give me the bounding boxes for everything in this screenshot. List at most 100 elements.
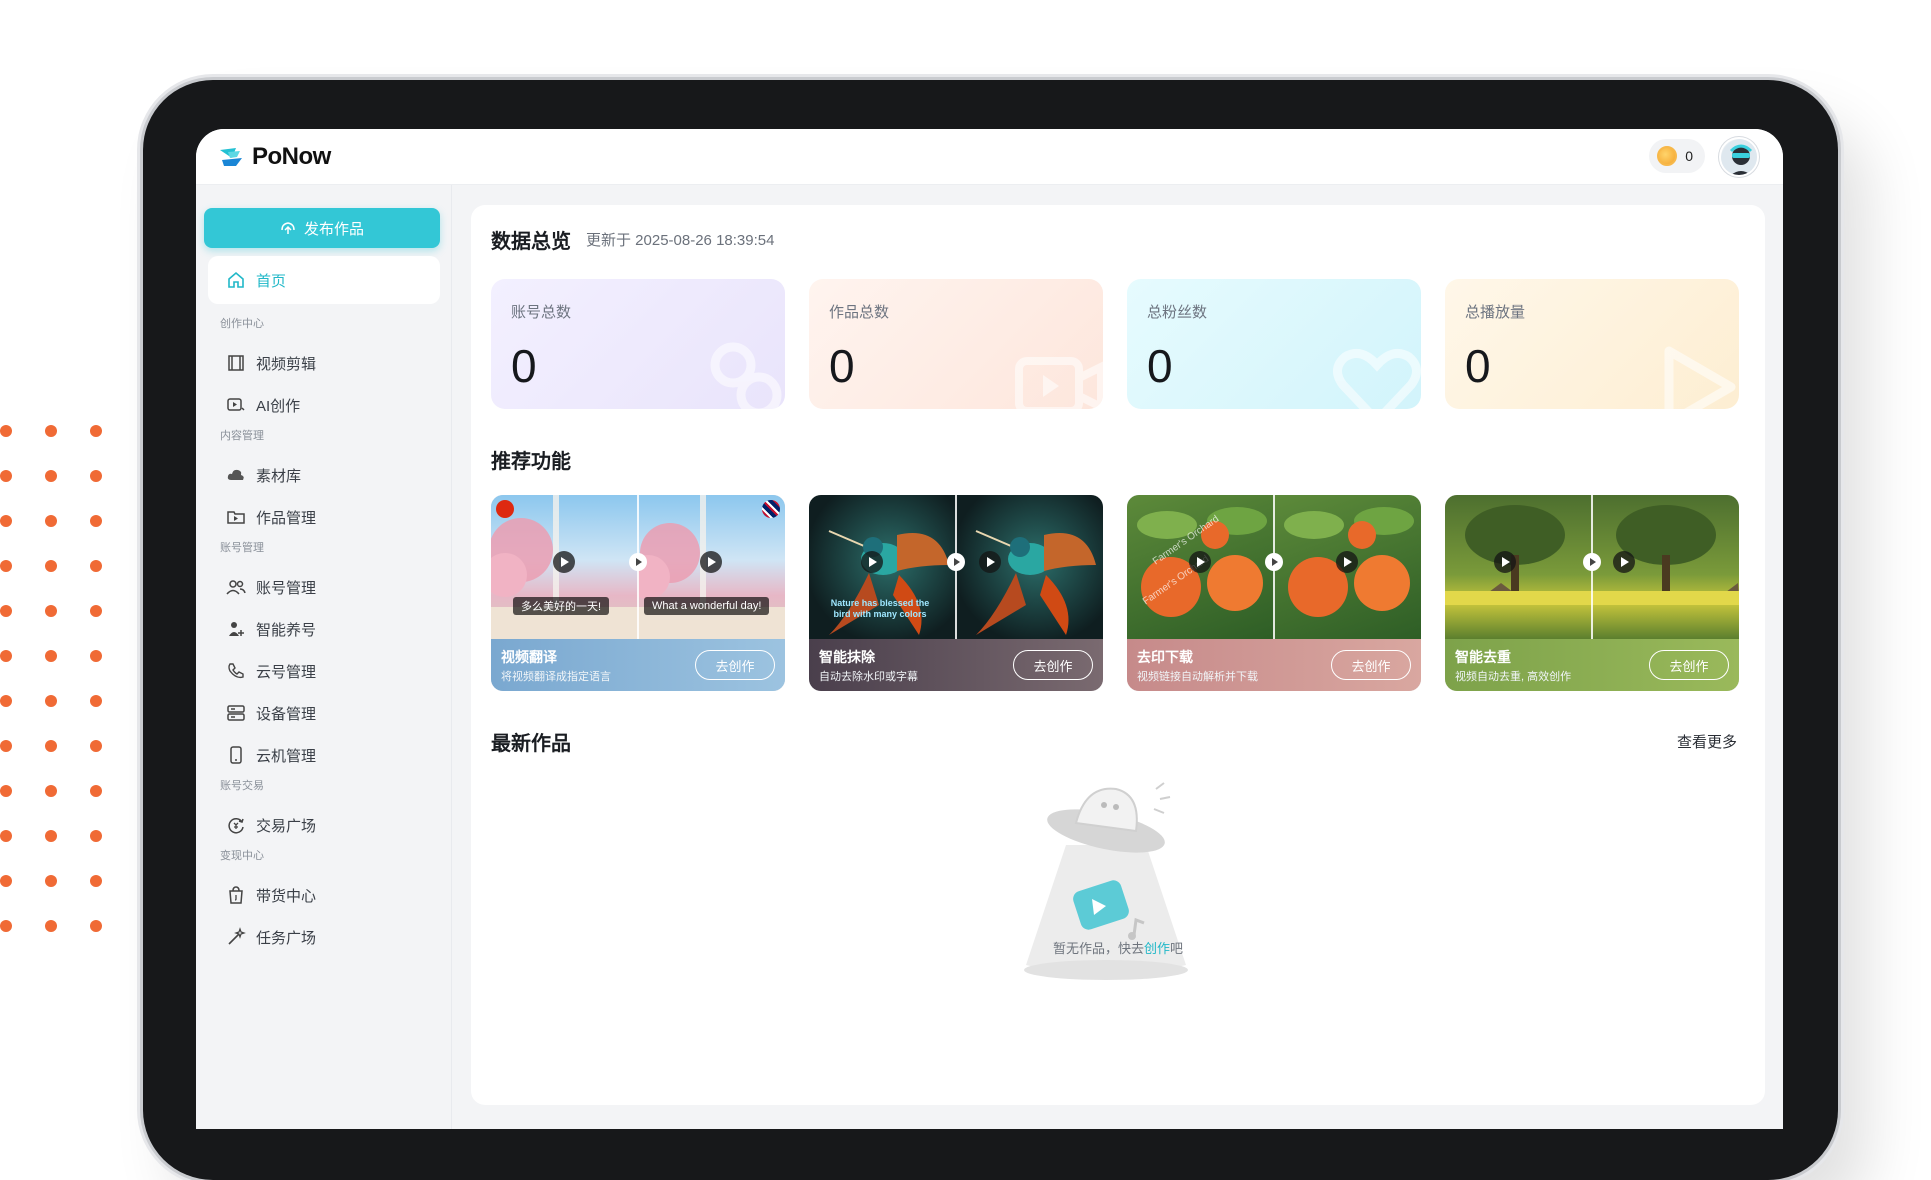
stat-value: 0 <box>829 340 855 392</box>
overview-title: 数据总览 <box>491 231 571 253</box>
decorative-dot <box>90 605 102 617</box>
decorative-dot <box>45 425 57 437</box>
recommend-title: 推荐功能 <box>491 451 571 473</box>
decorative-dot <box>45 920 57 932</box>
updated-timestamp: 更新于 2025-08-26 18:39:54 <box>586 232 775 249</box>
sidebar-item-cloud-accounts[interactable]: 云号管理 <box>208 647 440 695</box>
decorative-dot <box>90 875 102 887</box>
china-flag-icon <box>496 500 514 518</box>
decorative-dot <box>0 425 12 437</box>
sidebar-item-trade-plaza[interactable]: 交易广场 <box>208 801 440 849</box>
sidebar-item-commerce[interactable]: 带货中心 <box>208 871 440 919</box>
caption-translated: What a wonderful day! <box>644 597 770 615</box>
play-icon[interactable] <box>553 551 575 573</box>
stat-label: 账号总数 <box>511 304 572 321</box>
decorative-dot <box>45 830 57 842</box>
stat-card-plays[interactable]: 总播放量 0 <box>1445 279 1739 409</box>
phone-icon <box>228 663 244 679</box>
stat-card-accounts[interactable]: 账号总数 0 <box>491 279 785 409</box>
server-icon <box>227 705 245 721</box>
sidebar-item-home[interactable]: 首页 <box>208 256 440 304</box>
sidebar-item-video-edit[interactable]: 视频剪辑 <box>208 339 440 387</box>
stat-value: 0 <box>1465 340 1491 392</box>
section-label: 账号管理 <box>220 542 264 554</box>
decorative-dot <box>0 695 12 707</box>
sidebar-item-smart-nurture[interactable]: 智能养号 <box>208 605 440 653</box>
play-deco-icon <box>1664 346 1736 409</box>
feature-card-translate[interactable]: 多么美好的一天! What a wonderful day! 视频翻译 将视频翻… <box>491 495 785 691</box>
home-icon <box>228 271 244 288</box>
sidebar-item-label: 视频剪辑 <box>256 355 317 373</box>
user-plus-icon <box>229 622 244 636</box>
sidebar-item-materials[interactable]: 素材库 <box>208 451 440 499</box>
sidebar-item-cloud-phones[interactable]: 云机管理 <box>208 731 440 779</box>
go-create-button[interactable]: 去创作 <box>1649 650 1729 680</box>
sidebar-item-label: 云机管理 <box>256 747 317 765</box>
coin-balance[interactable]: 0 <box>1649 139 1705 173</box>
decorative-dot <box>45 605 57 617</box>
empty-suffix: 吧 <box>1170 941 1184 956</box>
feature-info-bar: 视频翻译 将视频翻译成指定语言 去创作 <box>491 639 785 691</box>
feature-image-after <box>956 495 1103 639</box>
feature-card-dedupe[interactable]: 智能去重 视频自动去重, 高效创作 去创作 <box>1445 495 1739 691</box>
logo-icon <box>220 148 242 166</box>
play-icon[interactable] <box>979 551 1001 573</box>
play-icon[interactable] <box>1613 551 1635 573</box>
create-link[interactable]: 创作 <box>1144 941 1170 956</box>
play-icon[interactable] <box>700 551 722 573</box>
feature-info-bar: 智能抹除 自动去除水印或字幕 去创作 <box>809 639 1103 691</box>
sidebar-item-accounts[interactable]: 账号管理 <box>208 563 440 611</box>
sidebar-item-works[interactable]: 作品管理 <box>208 493 440 541</box>
heart-deco-icon <box>1333 348 1421 409</box>
arrow-right-icon <box>629 553 647 571</box>
hummingbird-image <box>975 530 1096 635</box>
decorative-dot <box>90 560 102 572</box>
decorative-dot <box>45 875 57 887</box>
sidebar-item-ai-create[interactable]: AI创作 <box>208 381 440 429</box>
play-icon[interactable] <box>1189 551 1211 573</box>
decorative-dot <box>90 425 102 437</box>
users-icon <box>226 580 246 595</box>
publish-button[interactable]: 发布作品 <box>204 208 440 248</box>
decorative-dot <box>45 560 57 572</box>
feature-desc: 自动去除水印或字幕 <box>819 671 918 683</box>
coin-icon <box>1657 146 1678 166</box>
see-more-link[interactable]: 查看更多 <box>1677 731 1737 752</box>
sidebar-item-label: 带货中心 <box>256 887 317 905</box>
go-create-button[interactable]: 去创作 <box>695 650 775 680</box>
exchange-icon <box>228 818 244 834</box>
decorative-dot <box>45 740 57 752</box>
user-avatar[interactable] <box>1719 137 1759 177</box>
stat-card-works[interactable]: 作品总数 0 <box>809 279 1103 409</box>
play-icon[interactable] <box>861 551 883 573</box>
sidebar-item-devices[interactable]: 设备管理 <box>208 689 440 737</box>
feature-card-download[interactable]: Farmer's Orchard Farmer's Orchard 去印下载 视… <box>1127 495 1421 691</box>
app-logo[interactable]: PoNow <box>218 143 331 171</box>
sidebar-item-task-plaza[interactable]: 任务广场 <box>208 913 440 961</box>
decorative-dot <box>90 650 102 662</box>
top-header: PoNow 0 <box>196 129 1783 185</box>
go-create-button[interactable]: 去创作 <box>1331 650 1411 680</box>
subtitle-watermark: Nature has blessed the bird with many co… <box>830 598 930 619</box>
decorative-dot <box>90 515 102 527</box>
caption-source: 多么美好的一天! <box>513 597 610 615</box>
section-label: 账号交易 <box>220 780 264 792</box>
sidebar-item-label: 智能养号 <box>256 621 317 639</box>
feature-info-bar: 智能去重 视频自动去重, 高效创作 去创作 <box>1445 639 1739 691</box>
feature-card-erase[interactable]: Nature has blessed the bird with many co… <box>809 495 1103 691</box>
sidebar-item-label: 账号管理 <box>256 579 317 597</box>
go-create-button[interactable]: 去创作 <box>1013 650 1093 680</box>
arrow-right-icon <box>947 553 965 571</box>
play-icon[interactable] <box>1494 551 1516 573</box>
decorative-dot <box>0 605 12 617</box>
feature-title: 智能去重 <box>1455 649 1511 665</box>
feature-title: 视频翻译 <box>501 649 557 665</box>
decorative-dot <box>0 920 12 932</box>
publish-icon <box>281 222 295 234</box>
play-icon[interactable] <box>1336 551 1358 573</box>
decorative-dot <box>90 695 102 707</box>
feature-image-before <box>1445 495 1592 639</box>
avatar-icon <box>1721 139 1757 175</box>
section-label: 内容管理 <box>220 430 264 442</box>
stat-card-fans[interactable]: 总粉丝数 0 <box>1127 279 1421 409</box>
